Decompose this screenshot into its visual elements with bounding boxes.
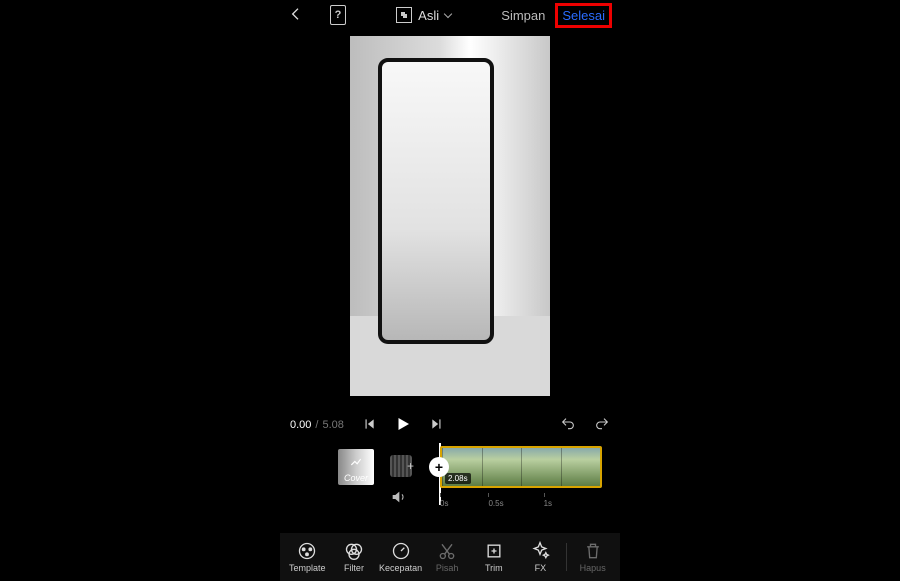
cover-thumbnail[interactable]: Cover [338,449,374,485]
timeline-area: Cover + + 2.08s 0s 0.5s 1s [280,443,620,533]
done-highlight: Selesai [555,3,612,28]
tool-filter[interactable]: Filter [333,541,375,573]
tool-fx[interactable]: FX [519,541,561,573]
top-bar: ? Asli Simpan Selesai [280,0,620,30]
done-button[interactable]: Selesai [562,8,605,23]
ruler-tick: 0.5s [488,499,503,519]
video-preview-area [280,30,620,407]
chevron-down-icon [444,10,452,18]
bottom-toolbar: Template Filter Kecepatan Pisah Trim FX … [280,533,620,581]
clip-duration-badge: 2.08s [445,473,471,484]
audio-toggle-button[interactable] [390,489,406,510]
prev-frame-button[interactable] [362,417,376,434]
undo-button[interactable] [560,416,576,435]
editor-screen: ? Asli Simpan Selesai 0.00 / 5.08 [280,0,620,581]
help-button[interactable]: ? [330,5,346,25]
add-media-button[interactable]: + [429,457,449,477]
toolbar-divider [566,543,567,571]
aspect-label: Asli [418,8,439,23]
time-display: 0.00 / 5.08 [290,419,344,431]
save-button[interactable]: Simpan [501,8,545,23]
add-clip-button[interactable]: + [390,455,412,477]
play-button[interactable] [394,415,412,436]
tool-label: Hapus [580,563,606,573]
tool-template[interactable]: Template [286,541,328,573]
time-ruler: 0s 0.5s 1s [440,499,620,519]
aspect-ratio-button[interactable]: Asli [396,7,451,23]
tool-split: Pisah [426,541,468,573]
tool-label: Filter [344,563,364,573]
tool-speed[interactable]: Kecepatan [380,541,422,573]
cover-label: Cover [344,473,368,483]
aspect-icon [396,7,412,23]
tool-delete: Hapus [572,541,614,573]
ruler-tick: 0s [440,499,448,519]
plus-icon: + [407,459,414,473]
transport-bar: 0.00 / 5.08 [280,407,620,443]
tool-label: Template [289,563,326,573]
time-separator: / [315,419,318,431]
ruler-tick: 1s [544,499,552,519]
tool-label: Trim [485,563,503,573]
redo-button[interactable] [594,416,610,435]
total-duration: 5.08 [322,419,343,431]
tool-trim[interactable]: Trim [473,541,515,573]
video-preview[interactable] [350,36,550,396]
back-button[interactable] [288,6,304,25]
tool-label: Kecepatan [379,563,422,573]
tool-label: Pisah [436,563,459,573]
next-frame-button[interactable] [430,417,444,434]
current-time: 0.00 [290,419,311,431]
tool-label: FX [535,563,547,573]
video-clip[interactable]: 2.08s [440,446,602,488]
